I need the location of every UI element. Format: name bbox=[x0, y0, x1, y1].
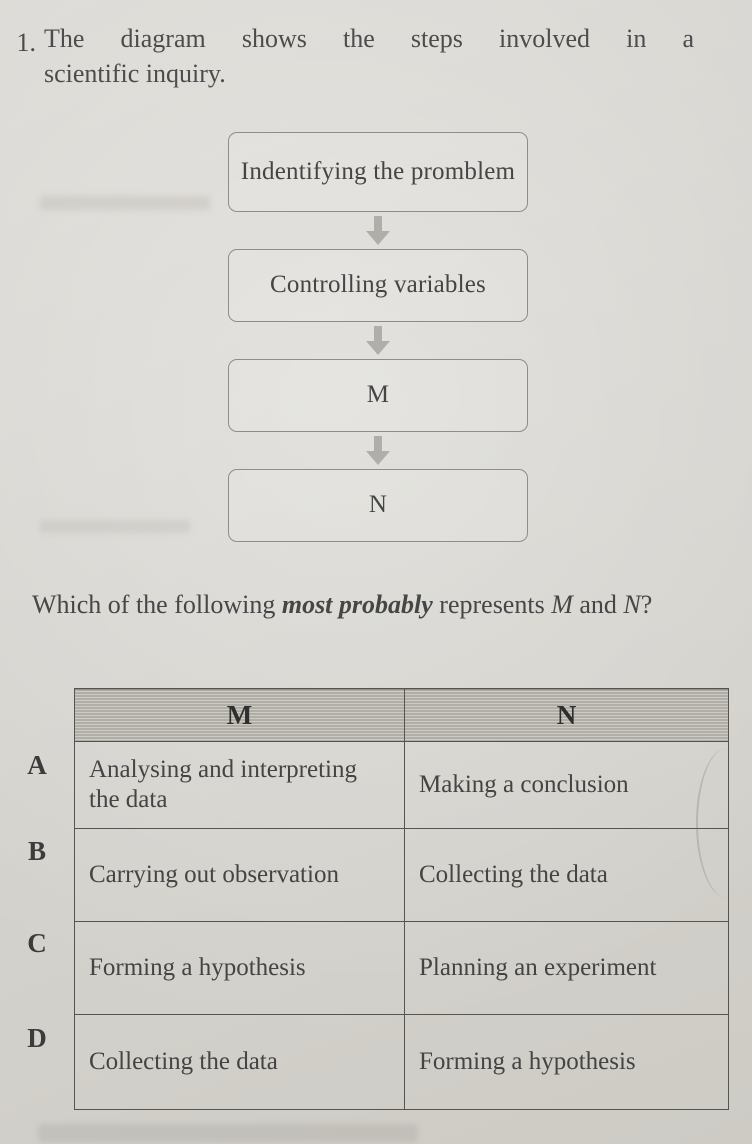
flow-arrow-3 bbox=[228, 432, 528, 469]
question-stem: 1. The diagram shows the steps involved … bbox=[0, 22, 740, 91]
exam-page: 1. The diagram shows the steps involved … bbox=[0, 0, 752, 1144]
option-b-n-cell: Collecting the data bbox=[404, 828, 729, 922]
flow-step-4-label: N bbox=[368, 491, 388, 519]
leadin-part-1: Which of the following bbox=[32, 590, 282, 619]
table-row[interactable]: Analysing and interpreting the data Maki… bbox=[74, 741, 729, 829]
flow-step-3-label: M bbox=[366, 381, 390, 409]
option-b-m-cell: Carrying out observation bbox=[74, 828, 405, 922]
flow-step-2-box: Controlling variables bbox=[228, 249, 528, 322]
flow-step-1-box: Indentifying the promblem bbox=[228, 132, 528, 212]
flow-arrow-2 bbox=[228, 322, 528, 359]
option-letter-c[interactable]: C bbox=[0, 928, 74, 959]
option-d-n-cell: Forming a hypothesis bbox=[404, 1014, 729, 1110]
options-table: M N Analysing and interpreting the data … bbox=[74, 688, 729, 1110]
leadin-symbol-n: N bbox=[623, 590, 641, 619]
column-header-n: N bbox=[404, 688, 729, 742]
table-header-row: M N bbox=[74, 688, 729, 742]
option-letter-a[interactable]: A bbox=[0, 750, 74, 781]
scientific-inquiry-flowchart: Indentifying the promblem Controlling va… bbox=[228, 132, 528, 542]
question-stem-line-1: The diagram shows the steps involved in … bbox=[44, 24, 694, 53]
flow-step-4-box: N bbox=[228, 469, 528, 542]
flow-arrow-1 bbox=[228, 212, 528, 249]
option-letter-b[interactable]: B bbox=[0, 836, 74, 867]
option-a-m-text: Analysing and interpreting the data bbox=[89, 755, 357, 814]
option-a-n-text: Making a conclusion bbox=[419, 770, 629, 798]
question-stem-line-2: scientific inquiry. bbox=[44, 58, 226, 88]
option-d-m-cell: Collecting the data bbox=[74, 1014, 405, 1110]
option-c-n-cell: Planning an experiment bbox=[404, 921, 729, 1015]
option-c-n-text: Planning an experiment bbox=[419, 953, 657, 981]
option-letters-column: A B C D bbox=[0, 688, 74, 1118]
paper-bleed-artifact-2 bbox=[40, 520, 190, 533]
answer-options: A B C D M N Analysing and interpreting t… bbox=[0, 688, 752, 1120]
option-a-n-cell: Making a conclusion bbox=[404, 741, 729, 829]
paper-bleed-artifact-3 bbox=[38, 1124, 418, 1142]
option-b-n-text: Collecting the data bbox=[419, 860, 608, 888]
flow-step-2-label: Controlling variables bbox=[270, 271, 486, 299]
question-leadin: Which of the following most probably rep… bbox=[32, 588, 732, 623]
option-d-m-text: Collecting the data bbox=[89, 1047, 278, 1075]
paper-bleed-artifact bbox=[40, 196, 210, 210]
option-c-m-text: Forming a hypothesis bbox=[89, 953, 306, 981]
option-b-m-text: Carrying out observation bbox=[89, 860, 339, 888]
leadin-emphasis: most probably bbox=[281, 590, 433, 619]
flow-step-1-label: Indentifying the promblem bbox=[240, 157, 516, 185]
option-a-m-cell: Analysing and interpreting the data bbox=[74, 741, 405, 829]
leadin-part-2: represents bbox=[432, 590, 552, 619]
leadin-part-3: and bbox=[572, 590, 624, 619]
question-number: 1. bbox=[16, 28, 37, 57]
question-stem-text: The diagram shows the steps involved in … bbox=[44, 22, 722, 91]
table-row[interactable]: Forming a hypothesis Planning an experim… bbox=[74, 921, 729, 1015]
table-row[interactable]: Carrying out observation Collecting the … bbox=[74, 828, 729, 922]
leadin-part-4: ? bbox=[640, 590, 653, 619]
table-row[interactable]: Collecting the data Forming a hypothesis bbox=[74, 1014, 729, 1110]
option-letter-d[interactable]: D bbox=[0, 1023, 74, 1054]
column-header-m: M bbox=[74, 688, 405, 742]
option-d-n-text: Forming a hypothesis bbox=[419, 1047, 636, 1075]
leadin-symbol-m: M bbox=[551, 590, 573, 619]
option-c-m-cell: Forming a hypothesis bbox=[74, 921, 405, 1015]
flow-step-3-box: M bbox=[228, 359, 528, 432]
